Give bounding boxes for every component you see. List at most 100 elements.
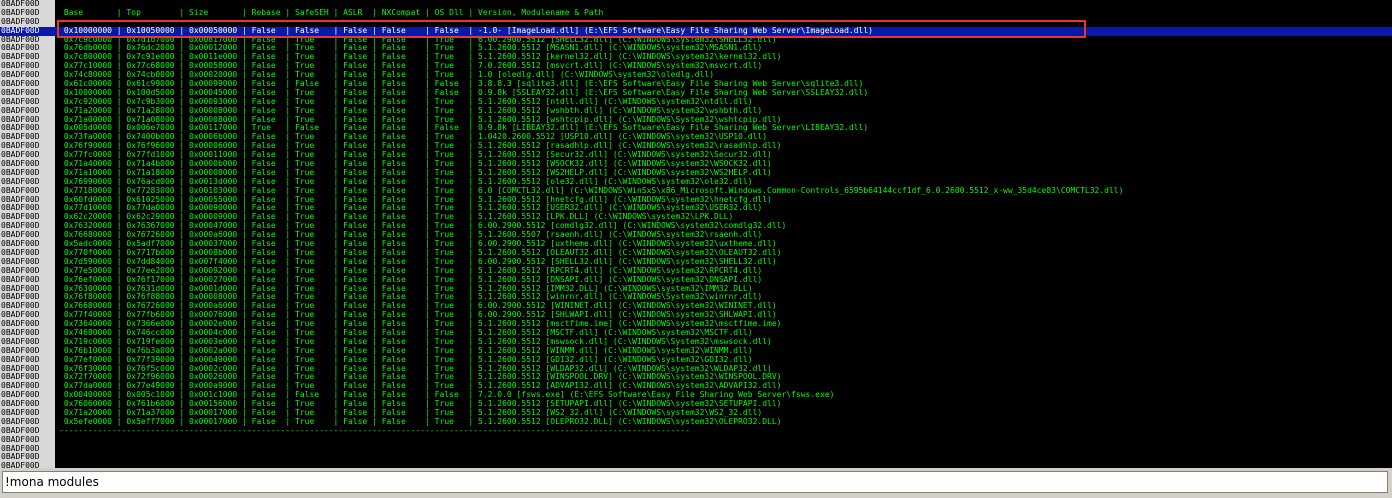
log-line[interactable]: 0BADF00D 0x76f30000 | 0x76f5c000 | 0x000… xyxy=(0,364,1392,374)
log-address: 0BADF00D xyxy=(0,391,55,401)
log-address: 0BADF00D xyxy=(0,337,55,347)
log-line[interactable]: 0BADF00D 0x71a40000 | 0x71a4b000 | 0x000… xyxy=(0,160,1392,169)
log-line[interactable]: 0BADF00D 0x7d590000 | 0x7dd84000 | 0x007… xyxy=(0,257,1392,267)
log-address: 0BADF00D xyxy=(0,71,55,81)
log-line[interactable]: 0BADF00D 0x71a20000 | 0x71a28000 | 0x000… xyxy=(0,106,1392,116)
log-line[interactable]: 0BADF00D 0x76990000 | 0x76acd000 | 0x001… xyxy=(0,177,1392,187)
log-address: 0BADF00D xyxy=(0,35,55,45)
log-address: 0BADF00D xyxy=(0,266,55,276)
log-window[interactable]: 0BADF00D 0BADF00D Base | Top | Size | Reb… xyxy=(0,0,1392,468)
log-line[interactable]: 0BADF00D 0x77ef0000 | 0x77f39000 | 0x000… xyxy=(0,355,1392,365)
log-text: 0x770f0000 | 0x7717b000 | 0x0008b000 | F… xyxy=(59,248,782,257)
log-text: 0x72f70000 | 0x72f96000 | 0x00026000 | F… xyxy=(59,373,782,382)
log-text: 0x76680000 | 0x76726000 | 0x000a6000 | F… xyxy=(59,302,777,311)
log-text: 0x76060000 | 0x761b6000 | 0x00156000 | F… xyxy=(59,400,782,409)
log-address: 0BADF00D xyxy=(0,257,55,267)
log-text: 0x7d590000 | 0x7dd84000 | 0x007f4000 | F… xyxy=(59,257,777,266)
log-line[interactable]: 0BADF00D 0x76320000 | 0x76367000 | 0x000… xyxy=(0,222,1392,232)
log-line[interactable]: 0BADF00D 0x62c20000 | 0x62c29000 | 0x000… xyxy=(0,213,1392,223)
log-line[interactable]: 0BADF00D 0x77c10000 | 0x77c68000 | 0x000… xyxy=(0,62,1392,72)
log-line[interactable]: 0BADF00D 0x10000000 | 0x100d5000 | 0x000… xyxy=(0,88,1392,98)
log-line[interactable]: 0BADF00D 0x74c80000 | 0x74cb0000 | 0x000… xyxy=(0,71,1392,81)
log-line[interactable]: 0BADF00D 0x73fa0000 | 0x7400b000 | 0x000… xyxy=(0,133,1392,143)
log-line[interactable]: 0BADF00D 0x77180000 | 0x77283000 | 0x001… xyxy=(0,186,1392,196)
log-text: 0x60fd0000 | 0x61025000 | 0x00055000 | F… xyxy=(59,195,772,204)
log-line[interactable]: 0BADF00D 0x73640000 | 0x7366e000 | 0x000… xyxy=(0,320,1392,329)
log-text: 0x62c20000 | 0x62c29000 | 0x00009000 | F… xyxy=(59,213,734,222)
log-line[interactable]: 0BADF00D xyxy=(0,453,1392,463)
log-address: 0BADF00D xyxy=(0,213,55,223)
log-line[interactable]: 0BADF00D 0x7c9c0000 | 0x7d1d7000 | 0x008… xyxy=(0,35,1392,45)
log-line[interactable]: 0BADF00D 0x76300000 | 0x7631d000 | 0x000… xyxy=(0,284,1392,294)
log-line[interactable]: 0BADF00D 0x5adc0000 | 0x5adf7000 | 0x000… xyxy=(0,240,1392,249)
log-line[interactable]: 0BADF00D 0x71a10000 | 0x71a18000 | 0x000… xyxy=(0,168,1392,178)
log-line[interactable]: 0BADF00D 0x00400000 | 0x005c1000 | 0x001… xyxy=(0,391,1392,401)
log-address: 0BADF00D xyxy=(0,177,55,187)
log-line[interactable]: 0BADF00D 0x76680000 | 0x76726000 | 0x000… xyxy=(0,302,1392,312)
log-line[interactable]: 0BADF00D 0x719c0000 | 0x719fe000 | 0x000… xyxy=(0,337,1392,347)
log-line[interactable]: 0BADF00D 0x770f0000 | 0x7717b000 | 0x000… xyxy=(0,248,1392,258)
log-line[interactable]: 0BADF00D 0x77f40000 | 0x77fb6000 | 0x000… xyxy=(0,311,1392,321)
log-address: 0BADF00D xyxy=(0,435,55,445)
log-line[interactable]: 0BADF00D --------------------------------… xyxy=(0,426,1392,436)
command-input[interactable] xyxy=(2,471,1388,493)
log-address: 0BADF00D xyxy=(0,346,55,356)
log-line[interactable]: 0BADF00D 0x60fd0000 | 0x61025000 | 0x000… xyxy=(0,195,1392,205)
log-address: 0BADF00D xyxy=(0,293,55,303)
log-address: 0BADF00D xyxy=(0,106,55,116)
log-address: 0BADF00D xyxy=(0,151,55,161)
log-text: 0x77180000 | 0x77283000 | 0x00103000 | F… xyxy=(59,186,1124,195)
log-text: 0x76ef0000 | 0x76f17000 | 0x00027000 | F… xyxy=(59,275,763,284)
log-line[interactable]: 0BADF00D 0x7c800000 | 0x7c91e000 | 0x001… xyxy=(0,53,1392,63)
log-address: 0BADF00D xyxy=(0,88,55,98)
log-address: 0BADF00D xyxy=(0,320,55,329)
log-line[interactable]: 0BADF00D 0x71a00000 | 0x71a08000 | 0x000… xyxy=(0,115,1392,125)
log-line[interactable]: 0BADF00D xyxy=(0,444,1392,454)
log-address: 0BADF00D xyxy=(0,195,55,205)
log-line[interactable]: 0BADF00D 0x76060000 | 0x761b6000 | 0x001… xyxy=(0,400,1392,409)
log-line-selected[interactable]: 0BADF00D 0x10000000 | 0x10050000 | 0x000… xyxy=(0,26,1392,36)
log-line[interactable]: 0BADF00D 0x76ef0000 | 0x76f17000 | 0x000… xyxy=(0,275,1392,285)
log-line[interactable]: 0BADF00D 0x77d10000 | 0x77da0000 | 0x000… xyxy=(0,204,1392,214)
log-line[interactable]: 0BADF00D 0x61c00000 | 0x61c99000 | 0x000… xyxy=(0,80,1392,89)
log-address: 0BADF00D xyxy=(0,26,55,36)
log-text: 0x76b10000 | 0x76b3a000 | 0x0002a000 | F… xyxy=(59,346,753,355)
log-text: 0x7c9c0000 | 0x7d1d7000 | 0x00817000 | F… xyxy=(59,35,777,44)
log-line[interactable]: 0BADF00D --------------------------------… xyxy=(0,17,1392,27)
log-address: 0BADF00D xyxy=(0,97,55,107)
log-text: 0x73fa0000 | 0x7400b000 | 0x0006b000 | F… xyxy=(59,133,768,142)
log-address: 0BADF00D xyxy=(0,373,55,383)
log-address: 0BADF00D xyxy=(0,80,55,89)
log-line[interactable]: 0BADF00D 0x76f80000 | 0x76f88000 | 0x000… xyxy=(0,293,1392,303)
log-line[interactable]: 0BADF00D 0x77fc0000 | 0x77fd1000 | 0x000… xyxy=(0,151,1392,161)
log-address: 0BADF00D xyxy=(0,302,55,312)
command-bar xyxy=(0,468,1392,498)
log-text: 0x77e50000 | 0x77ee2000 | 0x00092000 | F… xyxy=(59,266,763,275)
log-line[interactable]: 0BADF00D 0x71a20000 | 0x71a37000 | 0x000… xyxy=(0,408,1392,418)
log-line[interactable]: 0BADF00D xyxy=(0,435,1392,445)
log-text: 0x71a10000 | 0x71a18000 | 0x00008000 | F… xyxy=(59,168,772,177)
log-line[interactable]: 0BADF00D xyxy=(0,0,1392,9)
log-line[interactable]: 0BADF00D 0x76db0000 | 0x76dc2000 | 0x000… xyxy=(0,44,1392,54)
log-line[interactable]: 0BADF00D 0x74680000 | 0x746cc000 | 0x000… xyxy=(0,328,1392,338)
log-text: 0x76300000 | 0x7631d000 | 0x0001d000 | F… xyxy=(59,284,753,293)
log-address: 0BADF00D xyxy=(0,426,55,436)
log-line[interactable]: 0BADF00D 0x76f90000 | 0x76f96000 | 0x000… xyxy=(0,142,1392,152)
log-address: 0BADF00D xyxy=(0,186,55,196)
log-address: 0BADF00D xyxy=(0,204,55,214)
log-line[interactable]: 0BADF00D Base | Top | Size | Rebase | Sa… xyxy=(0,8,1392,18)
log-line[interactable]: 0BADF00D 0x7c920000 | 0x7c9b3000 | 0x000… xyxy=(0,97,1392,107)
log-line[interactable]: 0BADF00D 0x77da0000 | 0x77e49000 | 0x000… xyxy=(0,382,1392,392)
log-text: 0x719c0000 | 0x719fe000 | 0x0003e000 | F… xyxy=(59,337,772,346)
log-line[interactable]: 0BADF00D 0x5efe0000 | 0x5eff7000 | 0x000… xyxy=(0,417,1392,427)
log-text: 0x76f90000 | 0x76f96000 | 0x00006000 | F… xyxy=(59,142,782,151)
log-address: 0BADF00D xyxy=(0,453,55,463)
log-line[interactable]: 0BADF00D 0x76680000 | 0x76726000 | 0x000… xyxy=(0,231,1392,241)
log-address: 0BADF00D xyxy=(0,231,55,241)
log-text: 0x77d10000 | 0x77da0000 | 0x00090000 | F… xyxy=(59,204,763,213)
log-line[interactable]: 0BADF00D 0x77e50000 | 0x77ee2000 | 0x000… xyxy=(0,266,1392,276)
log-line[interactable]: 0BADF00D 0x76b10000 | 0x76b3a000 | 0x000… xyxy=(0,346,1392,356)
log-text: 0x77c10000 | 0x77c68000 | 0x00058000 | F… xyxy=(59,62,763,71)
log-line[interactable]: 0BADF00D 0x005d0000 | 0x006e7000 | 0x001… xyxy=(0,124,1392,134)
log-line[interactable]: 0BADF00D 0x72f70000 | 0x72f96000 | 0x000… xyxy=(0,373,1392,383)
